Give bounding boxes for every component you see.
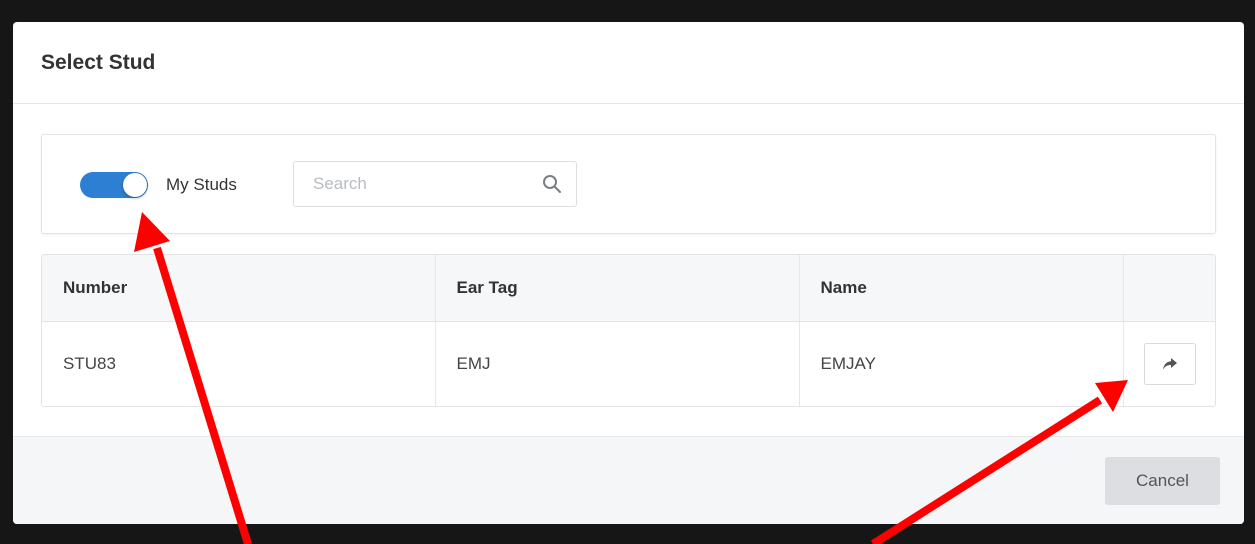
column-header-number[interactable]: Number — [42, 255, 436, 322]
search-box[interactable] — [293, 161, 577, 207]
column-header-actions — [1123, 255, 1215, 322]
cell-number: STU83 — [42, 321, 436, 406]
column-header-ear-tag[interactable]: Ear Tag — [435, 255, 800, 322]
column-header-name[interactable]: Name — [799, 255, 1124, 322]
select-stud-modal: Select Stud My Studs Number Ear Tag Name — [13, 22, 1244, 524]
my-studs-label: My Studs — [166, 175, 237, 194]
search-icon[interactable] — [542, 174, 562, 194]
cancel-button[interactable]: Cancel — [1105, 457, 1220, 505]
studs-table: Number Ear Tag Name STU83 EMJ EMJAY — [42, 255, 1215, 406]
table-row: STU83 EMJ EMJAY — [42, 321, 1215, 406]
modal-header: Select Stud — [13, 22, 1244, 104]
modal-title: Select Stud — [41, 50, 156, 74]
cell-action — [1123, 321, 1215, 406]
select-row-button[interactable] — [1144, 342, 1197, 385]
my-studs-toggle[interactable] — [80, 172, 148, 198]
filter-panel: My Studs — [41, 134, 1216, 234]
cell-name: EMJAY — [799, 321, 1124, 406]
search-input[interactable] — [294, 162, 534, 206]
toggle-knob[interactable] — [123, 173, 147, 197]
cell-ear-tag: EMJ — [435, 321, 800, 406]
table-header-row: Number Ear Tag Name — [42, 255, 1215, 322]
share-forward-icon — [1163, 357, 1178, 370]
studs-table-container: Number Ear Tag Name STU83 EMJ EMJAY — [41, 254, 1216, 407]
modal-footer: Cancel — [13, 436, 1244, 524]
